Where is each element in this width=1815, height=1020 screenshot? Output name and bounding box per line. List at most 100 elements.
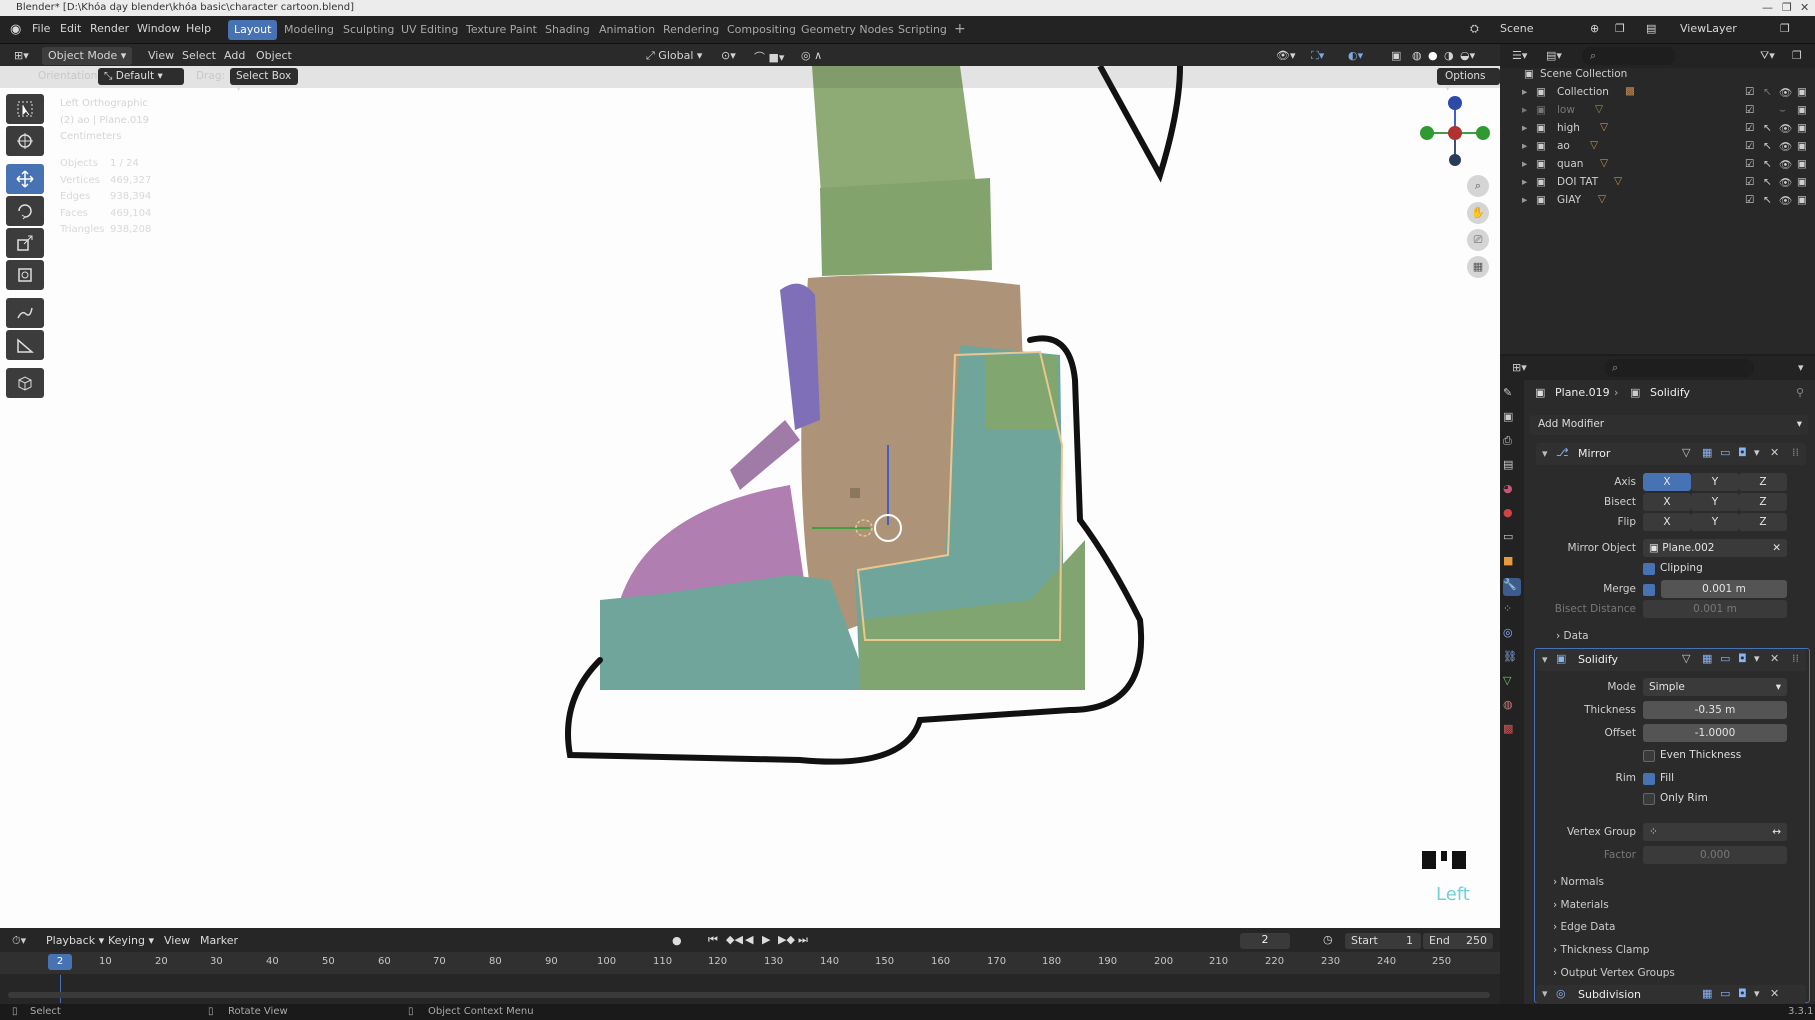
selectable-icon[interactable]: ↖: [1763, 176, 1772, 188]
tab-compositing[interactable]: Compositing: [721, 20, 802, 40]
visibility-icon[interactable]: 👁: [1779, 176, 1792, 189]
physics-tab-icon[interactable]: ◎: [1503, 626, 1521, 644]
constraints-tab-icon[interactable]: ⛓: [1503, 650, 1521, 668]
transform-orientation-select[interactable]: ⤢ Global ▾: [640, 47, 708, 65]
flip-x-toggle[interactable]: X: [1643, 513, 1691, 531]
only-rim-checkbox[interactable]: [1643, 793, 1655, 805]
drag-handle-icon[interactable]: ⁞⁞: [1792, 446, 1799, 459]
pan-icon[interactable]: ✋: [1467, 202, 1489, 224]
menu-view[interactable]: View: [142, 47, 180, 65]
exclude-checkbox-icon[interactable]: ☑: [1745, 158, 1754, 170]
outliner-item[interactable]: ▸ ▣ GIAY ▽ ☑ ↖ 👁 ▣: [1500, 192, 1815, 210]
merge-checkbox[interactable]: [1643, 584, 1655, 596]
texture-tab-icon[interactable]: ▩: [1503, 722, 1521, 740]
outliner-search-input[interactable]: ⌕: [1582, 47, 1676, 65]
scene-name[interactable]: Scene: [1500, 22, 1534, 35]
drag-handle-icon[interactable]: ⁞⁞: [1792, 652, 1799, 665]
render-display-icon[interactable]: ◘: [1738, 446, 1747, 459]
current-frame-field[interactable]: 2: [1240, 933, 1290, 949]
select-tool-icon[interactable]: [6, 94, 44, 124]
playhead-frame[interactable]: 2: [48, 954, 72, 970]
selectable-icon[interactable]: ↖: [1763, 194, 1772, 206]
viewport-3d[interactable]: ⌕ ✋ ⎚ ▦ Left: [0, 66, 1500, 928]
even-thickness-checkbox[interactable]: [1643, 750, 1655, 762]
transform-tool-icon[interactable]: [6, 260, 44, 290]
outliner-editor-icon[interactable]: ☰▾: [1512, 49, 1527, 62]
tab-modeling[interactable]: Modeling: [278, 20, 340, 40]
drag-select[interactable]: Select Box ▾: [230, 68, 298, 94]
menu-window[interactable]: Window: [137, 22, 180, 35]
annotate-tool-icon[interactable]: [6, 298, 44, 328]
factor-field[interactable]: 0.000: [1643, 846, 1787, 864]
expand-icon[interactable]: ▸: [1522, 140, 1527, 152]
modifier-tab-icon[interactable]: 🔧: [1503, 578, 1521, 596]
play-icon[interactable]: ▶: [762, 933, 770, 946]
bisect-x-toggle[interactable]: X: [1643, 493, 1691, 511]
tab-rendering[interactable]: Rendering: [657, 20, 725, 40]
tab-geometry-nodes[interactable]: Geometry Nodes: [795, 20, 900, 40]
timeline-view-menu[interactable]: View: [164, 934, 190, 947]
selectable-icon[interactable]: ↖: [1763, 140, 1772, 152]
scene-tab-icon[interactable]: ◕: [1503, 482, 1521, 500]
thickness-field[interactable]: -0.35 m: [1643, 701, 1787, 719]
render-display-icon[interactable]: ◘: [1738, 652, 1747, 665]
exclude-checkbox-icon[interactable]: ☑: [1745, 176, 1754, 188]
visibility-icon[interactable]: 👁: [1779, 140, 1792, 153]
subdivision-modifier-header[interactable]: ▾ ◎ Subdivision ▦ ▭ ◘ ▾ ✕: [1536, 985, 1806, 1004]
tool-tab-icon[interactable]: ✎: [1503, 386, 1521, 404]
camera-icon[interactable]: ⎚: [1467, 229, 1489, 251]
zoom-icon[interactable]: ⌕: [1467, 175, 1489, 197]
render-display-icon[interactable]: ◘: [1738, 987, 1747, 1000]
bisect-distance-field[interactable]: 0.001 m: [1643, 600, 1787, 618]
cage-icon[interactable]: ▦: [1702, 652, 1712, 665]
jump-end-icon[interactable]: ⏭: [798, 933, 808, 947]
proportional-edit-icon[interactable]: ◎ ∧: [795, 47, 828, 65]
bisect-z-toggle[interactable]: Z: [1739, 493, 1787, 511]
menu-select[interactable]: Select: [176, 47, 222, 65]
viewport-display-icon[interactable]: ▭: [1720, 446, 1730, 459]
viewport-display-icon[interactable]: ▭: [1720, 987, 1730, 1000]
invert-icon[interactable]: ↔: [1772, 823, 1781, 841]
rotate-tool-icon[interactable]: [6, 196, 44, 226]
clear-icon[interactable]: ✕: [1772, 539, 1781, 557]
visibility-icon[interactable]: 👁▾: [1270, 47, 1302, 65]
remove-modifier-icon[interactable]: ✕: [1770, 987, 1779, 1000]
render-icon[interactable]: ▣: [1797, 104, 1807, 116]
exclude-checkbox-icon[interactable]: ☑: [1745, 104, 1754, 116]
render-icon[interactable]: ▣: [1797, 176, 1807, 188]
remove-modifier-icon[interactable]: ✕: [1770, 652, 1779, 665]
keying-menu[interactable]: Keying ▾: [108, 934, 154, 947]
expand-icon[interactable]: ▸: [1522, 122, 1527, 134]
tab-uv-editing[interactable]: UV Editing: [395, 20, 464, 40]
exclude-checkbox-icon[interactable]: ☑: [1745, 122, 1754, 134]
render-icon[interactable]: ▣: [1797, 86, 1807, 98]
edge-data-section-header[interactable]: › Edge Data: [1553, 921, 1615, 933]
clipping-checkbox[interactable]: [1643, 563, 1655, 575]
output-tab-icon[interactable]: ⎙: [1503, 434, 1521, 452]
visibility-icon[interactable]: 👁: [1779, 194, 1792, 207]
expand-icon[interactable]: ▸: [1522, 104, 1527, 116]
maximize-icon[interactable]: ❐: [1782, 0, 1792, 16]
options-button[interactable]: Options ▾: [1437, 68, 1500, 94]
collapse-icon[interactable]: ▾: [1542, 653, 1548, 666]
visibility-icon[interactable]: 👁: [1779, 86, 1792, 99]
expand-icon[interactable]: ▸: [1522, 86, 1527, 98]
collapse-icon[interactable]: ▾: [1542, 987, 1548, 1000]
remove-modifier-icon[interactable]: ✕: [1770, 446, 1779, 459]
viewlayer-name[interactable]: ViewLayer: [1680, 22, 1737, 35]
expand-icon[interactable]: ▸: [1522, 176, 1527, 188]
viewlayer-icon[interactable]: ▤: [1646, 22, 1656, 35]
cage-icon[interactable]: ▦: [1702, 987, 1712, 1000]
outliner-item[interactable]: ▸ ▣ DOI TAT ▽ ☑ ↖ 👁 ▣: [1500, 174, 1815, 192]
thickness-clamp-section-header[interactable]: › Thickness Clamp: [1553, 944, 1649, 956]
minimize-icon[interactable]: —: [1762, 0, 1773, 16]
selectable-icon[interactable]: ↖: [1763, 86, 1772, 98]
orientation-select[interactable]: ⤡ Default ▾: [98, 68, 184, 85]
scale-tool-icon[interactable]: [6, 228, 44, 258]
move-tool-icon[interactable]: [6, 164, 44, 194]
data-tab-icon[interactable]: ▽: [1503, 674, 1521, 692]
render-tab-icon[interactable]: ▣: [1503, 410, 1521, 428]
dropdown-icon[interactable]: ▾: [1754, 446, 1760, 459]
merge-value-field[interactable]: 0.001 m: [1661, 580, 1787, 598]
add-cube-tool-icon[interactable]: [6, 368, 44, 398]
